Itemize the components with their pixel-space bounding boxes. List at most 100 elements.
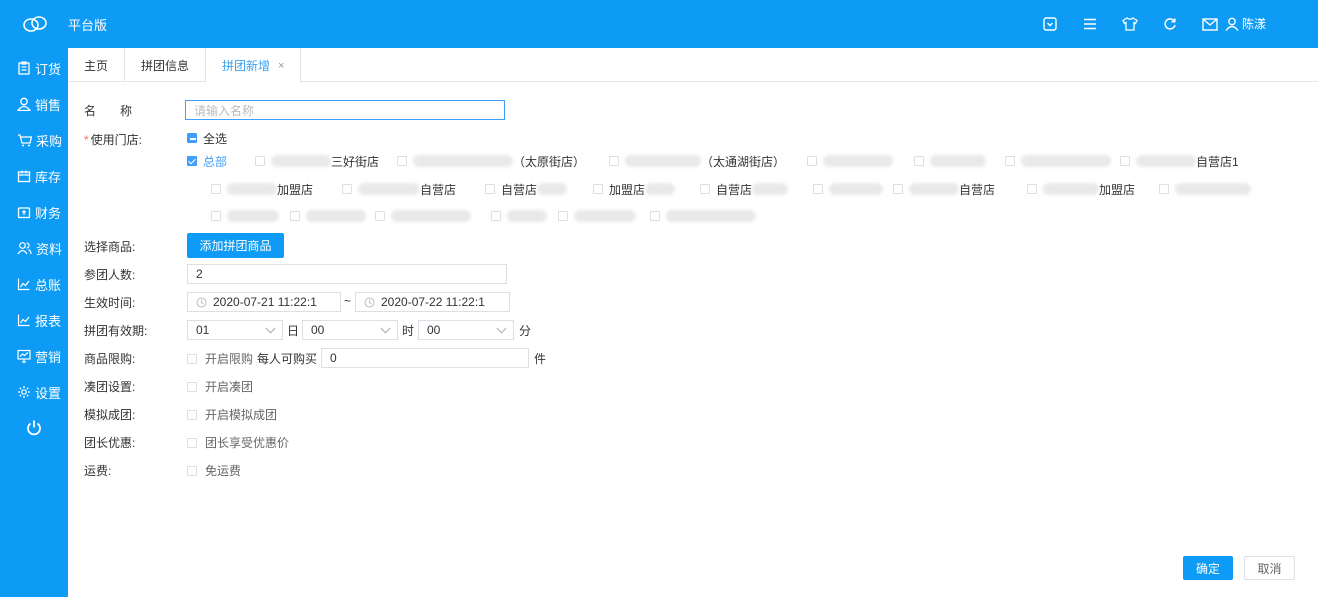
store-item[interactable] [807,153,893,169]
checkbox[interactable] [187,353,197,364]
checkbox[interactable] [342,184,352,194]
confirm-button[interactable]: 确定 [1183,556,1233,580]
limit-checkbox[interactable]: 开启限购 每人可购买 [187,350,317,367]
checkbox[interactable] [609,156,619,166]
day-select[interactable]: 01 [187,320,283,340]
checkbox[interactable] [1027,184,1037,194]
checkbox[interactable] [700,184,710,194]
hour-select[interactable]: 00 [302,320,398,340]
checkbox[interactable] [807,156,817,166]
store-item[interactable]: （太原街店） [397,153,585,169]
store-item[interactable]: 自营店 [342,181,456,197]
sidebar-item-purchase[interactable]: 采购 [0,122,68,158]
name-label: 名 称 [84,104,133,118]
checkbox[interactable] [893,184,903,194]
freight-checkbox[interactable]: 免运费 [187,462,241,479]
checkbox[interactable] [187,409,197,420]
store-item[interactable] [558,208,636,224]
checkbox-checked[interactable] [187,156,197,166]
checkbox[interactable] [290,211,300,221]
user-icon [1225,17,1239,31]
refresh-icon[interactable] [1160,14,1180,34]
name-input[interactable]: 请输入名称 [185,100,505,120]
store-item[interactable] [813,181,883,197]
store-item[interactable]: 加盟店 [593,181,676,197]
store-item[interactable]: 总部 [187,153,227,169]
sidebar-item-settings[interactable]: 设置 [0,374,68,410]
checkbox[interactable] [255,156,265,166]
checkbox[interactable] [813,184,823,194]
add-goods-button[interactable]: 添加拼团商品 [187,233,284,258]
simulate-checkbox[interactable]: 开启模拟成团 [187,406,277,423]
checkbox-indeterminate[interactable] [187,133,197,143]
people-input[interactable]: 2 [187,264,507,284]
checkbox[interactable] [211,184,221,194]
store-item[interactable]: 自营店 [700,181,789,197]
limit-unit: 件 [534,352,547,366]
checkbox[interactable] [211,211,221,221]
minute-select[interactable]: 00 [418,320,514,340]
checkbox[interactable] [650,211,660,221]
store-item[interactable]: 自营店 [893,181,995,197]
store-item[interactable]: 加盟店 [211,181,313,197]
checkbox[interactable] [1005,156,1015,166]
limit-quantity-input[interactable]: 0 [321,348,529,368]
menu-icon[interactable] [1080,14,1100,34]
sidebar-item-data[interactable]: 资料 [0,230,68,266]
clock-icon [364,297,375,307]
dropdown-box-icon[interactable] [1040,14,1060,34]
sidebar-item-order[interactable]: 订货 [0,50,68,86]
sidebar-item-marketing[interactable]: 营销 [0,338,68,374]
close-icon[interactable]: × [278,60,284,72]
checkbox[interactable] [914,156,924,166]
shirt-icon[interactable] [1120,14,1140,34]
tab-home[interactable]: 主页 [68,48,126,82]
select-all-checkbox[interactable]: 全选 [187,130,227,146]
checkbox[interactable] [491,211,501,221]
checkbox[interactable] [1120,156,1130,166]
store-item[interactable]: 加盟店 [1027,181,1135,197]
mail-icon[interactable] [1200,14,1220,34]
simulate-text: 开启模拟成团 [205,408,278,422]
leader-checkbox[interactable]: 团长享受优惠价 [187,434,289,451]
checkbox[interactable] [397,156,407,166]
sidebar-item-report[interactable]: 报表 [0,302,68,338]
checkbox[interactable] [485,184,495,194]
tab-group-new[interactable]: 拼团新增 × [206,48,302,83]
store-item[interactable]: 自营店 [485,181,568,197]
checkbox[interactable] [593,184,603,194]
store-item[interactable] [211,208,279,224]
tab-group-info[interactable]: 拼团信息 [125,48,207,82]
leader-label: 团长优惠: [84,436,136,450]
checkbox[interactable] [187,381,197,392]
store-item[interactable]: 三好街店 [255,153,379,169]
store-item[interactable] [290,208,366,224]
checkbox[interactable] [1159,184,1169,194]
store-item[interactable] [1005,153,1111,169]
checkbox[interactable] [375,211,385,221]
checkbox[interactable] [187,465,197,476]
store-item[interactable]: （太通湖街店） [609,153,785,169]
sidebar-item-finance[interactable]: 财务 [0,194,68,230]
sidebar-item-inventory[interactable]: 库存 [0,158,68,194]
store-item[interactable] [650,208,756,224]
store-item[interactable] [491,208,547,224]
gather-checkbox[interactable]: 开启凑团 [187,378,253,395]
store-item[interactable] [914,153,986,169]
start-time-value: 2020-07-21 11:22:1 [213,295,317,309]
cancel-button[interactable]: 取消 [1244,556,1295,580]
store-item[interactable]: 自营店1 [1120,153,1239,169]
store-item[interactable] [1159,181,1251,197]
freight-label: 运费: [84,464,112,478]
end-time-input[interactable]: 2020-07-22 11:22:1 [355,292,510,312]
sidebar-item-sales[interactable]: 销售 [0,86,68,122]
power-button[interactable] [0,410,68,446]
tab-label: 主页 [84,58,109,73]
start-time-input[interactable]: 2020-07-21 11:22:1 [187,292,341,312]
checkbox[interactable] [558,211,568,221]
store-item[interactable] [375,208,471,224]
select-all-label: 全选 [203,131,228,146]
user-menu[interactable]: 陈漾 [1225,15,1266,32]
checkbox[interactable] [187,437,197,448]
sidebar-item-ledger[interactable]: 总账 [0,266,68,302]
